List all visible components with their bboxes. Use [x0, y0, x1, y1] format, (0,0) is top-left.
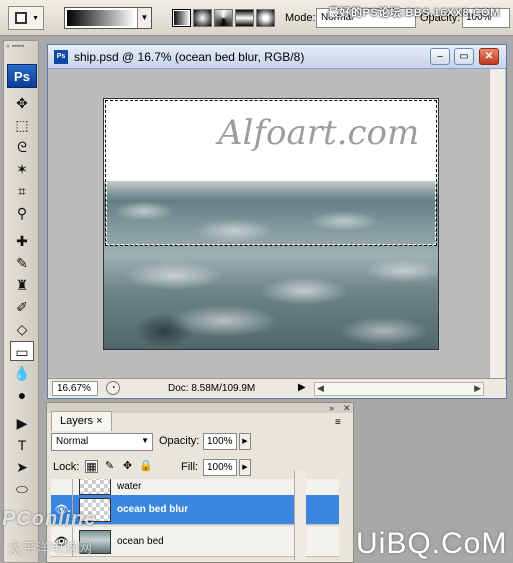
- fill-label: Fill:: [181, 461, 199, 473]
- eraser-tool-icon[interactable]: ◇: [10, 319, 34, 339]
- canvas-watermark-text: Alfoart.com: [218, 113, 420, 153]
- layer-opacity-field[interactable]: 100%: [203, 433, 237, 450]
- linear-gradient-button[interactable]: [172, 9, 191, 27]
- tool-preset-picker[interactable]: ▼: [8, 6, 44, 30]
- history-brush-tool-icon[interactable]: ✐: [10, 297, 34, 317]
- collapse-panel-icon[interactable]: »: [329, 403, 334, 413]
- healing-brush-tool-icon[interactable]: ✚: [10, 231, 34, 251]
- layers-panel: » ✕ Layers × ≡ Normal ▼ Opacity: 100% ▶ …: [46, 402, 354, 563]
- marquee-tool-icon[interactable]: ⬚: [10, 115, 34, 135]
- gradient-preset-icon: [15, 12, 27, 24]
- mode-label: Mode:: [285, 12, 316, 24]
- tab-layers[interactable]: Layers ×: [51, 411, 112, 431]
- photoshop-logo[interactable]: Ps: [7, 64, 37, 88]
- layer-opacity-label: Opacity:: [159, 435, 200, 447]
- lock-position-icon[interactable]: ✥: [121, 460, 134, 473]
- minimize-button[interactable]: –: [430, 48, 450, 65]
- direct-selection-tool-icon[interactable]: ➤: [10, 457, 34, 477]
- chevron-down-icon: ▼: [32, 15, 39, 22]
- blur-tool-icon[interactable]: 💧: [10, 363, 34, 383]
- options-bar: ▼ ▼ Mode: Normal Opacity: 100% 最好的PS论坛:B…: [0, 0, 513, 36]
- angle-gradient-button[interactable]: [214, 9, 233, 27]
- layer-name: water: [117, 481, 142, 492]
- reflected-gradient-button[interactable]: [235, 9, 254, 27]
- doc-size-info: Doc: 8.58M/109.9M: [168, 383, 256, 394]
- document-status-bar: 16.67% ◔ Doc: 8.58M/109.9M ▶ ◀ ▶: [48, 378, 506, 398]
- chevron-down-icon: ▼: [141, 436, 149, 445]
- layer-name: ocean bed: [117, 536, 164, 547]
- scroll-left-icon[interactable]: ◀: [317, 383, 324, 394]
- brush-tool-icon[interactable]: ✎: [10, 253, 34, 273]
- close-panel-icon[interactable]: ✕: [343, 403, 351, 414]
- image-canvas[interactable]: Alfoart.com: [103, 98, 439, 350]
- layers-scrollbar[interactable]: [294, 470, 306, 560]
- scroll-right-icon[interactable]: ▶: [474, 383, 481, 394]
- horizontal-scrollbar[interactable]: ◀ ▶: [314, 382, 484, 396]
- panel-menu-icon[interactable]: ≡: [335, 417, 341, 428]
- forum-watermark: 最好的PS论坛:BBS.16XX8.COM: [328, 7, 500, 19]
- lasso-tool-icon[interactable]: ᘓ: [10, 137, 34, 157]
- path-selection-tool-icon[interactable]: ▶: [10, 413, 34, 433]
- psd-file-icon: Ps: [54, 50, 68, 64]
- status-info-icon[interactable]: ◔: [106, 381, 120, 395]
- status-menu-arrow-icon[interactable]: ▶: [298, 382, 306, 393]
- opacity-slider-arrow-icon[interactable]: ▶: [239, 433, 251, 450]
- tab-layers-label: Layers: [60, 415, 94, 427]
- close-tab-icon[interactable]: ×: [96, 415, 102, 427]
- toolbox: « ▪▪▪▪▪ Ps ✥ ⬚ ᘓ ✶ ⌗ ⚲ ✚ ✎ ♜ ✐ ◇ ▭ 💧 ● ▶…: [3, 40, 39, 563]
- lock-transparent-icon[interactable]: ▦: [85, 460, 98, 473]
- document-window: Ps ship.psd @ 16.7% (ocean bed blur, RGB…: [47, 44, 507, 399]
- dodge-tool-icon[interactable]: ●: [10, 385, 34, 405]
- layer-name: ocean bed blur: [117, 504, 189, 515]
- layer-thumbnail: [79, 479, 111, 495]
- magic-wand-tool-icon[interactable]: ✶: [10, 159, 34, 179]
- toolbox-grip[interactable]: « ▪▪▪▪▪: [6, 43, 36, 50]
- fill-field[interactable]: 100%: [203, 459, 237, 476]
- pconline-watermark: PConline: [2, 508, 97, 530]
- chevron-down-icon[interactable]: ▼: [137, 8, 151, 28]
- lock-image-icon[interactable]: ✎: [103, 460, 116, 473]
- eyedropper-tool-icon[interactable]: ⚲: [10, 203, 34, 223]
- move-tool-icon[interactable]: ✥: [10, 93, 34, 113]
- gradient-preview: [67, 10, 135, 26]
- document-title: ship.psd @ 16.7% (ocean bed blur, RGB/8): [74, 50, 305, 64]
- ellipse-tool-icon[interactable]: ⬭: [10, 479, 34, 499]
- lock-label: Lock:: [53, 461, 80, 473]
- crop-tool-icon[interactable]: ⌗: [10, 181, 34, 201]
- maximize-button[interactable]: ▭: [454, 48, 474, 65]
- gradient-tool-icon[interactable]: ▭: [10, 341, 34, 361]
- radial-gradient-button[interactable]: [193, 9, 212, 27]
- blend-mode-select[interactable]: Normal ▼: [51, 433, 153, 451]
- pconline-sub-watermark: 太平洋电脑网: [8, 540, 92, 556]
- vertical-scrollbar[interactable]: [489, 69, 505, 378]
- type-tool-icon[interactable]: T: [10, 435, 34, 455]
- uibq-watermark: UiBQ.CoM: [356, 527, 508, 560]
- zoom-field[interactable]: 16.67%: [52, 381, 98, 396]
- fill-slider-arrow-icon[interactable]: ▶: [239, 459, 251, 476]
- clone-stamp-tool-icon[interactable]: ♜: [10, 275, 34, 295]
- lock-all-icon[interactable]: 🔒: [139, 460, 153, 473]
- document-titlebar[interactable]: Ps ship.psd @ 16.7% (ocean bed blur, RGB…: [48, 45, 506, 69]
- diamond-gradient-button[interactable]: [256, 9, 275, 27]
- blend-mode-value: Normal: [56, 436, 89, 447]
- gradient-swatch[interactable]: ▼: [64, 7, 152, 29]
- close-button[interactable]: ✕: [479, 48, 499, 65]
